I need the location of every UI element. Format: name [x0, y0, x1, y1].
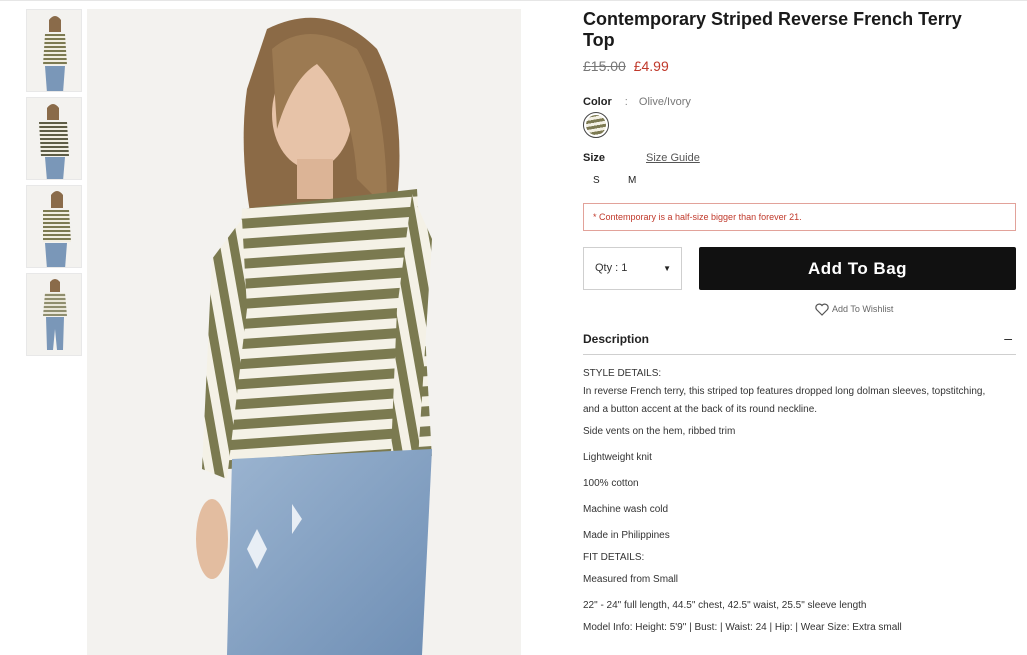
- detail-item: Made in Philippines: [583, 530, 670, 541]
- color-row: Color : Olive/Ivory: [583, 96, 691, 108]
- style-details-heading: STYLE DETAILS:: [583, 368, 662, 379]
- fit-details-heading: FIT DETAILS:: [583, 552, 645, 563]
- detail-item: Machine wash cold: [583, 504, 669, 515]
- thumbnail-3[interactable]: [26, 185, 82, 268]
- quantity-label: Qty : 1: [595, 262, 628, 274]
- main-product-image[interactable]: [87, 9, 521, 655]
- fit-item: Model Info: Height: 5'9" | Bust: | Waist…: [583, 622, 902, 633]
- caret-down-icon: ▼: [663, 264, 671, 273]
- product-title: Contemporary Striped Reverse French Terr…: [583, 9, 962, 50]
- size-row: Size Size Guide: [583, 152, 783, 164]
- add-to-bag-button[interactable]: Add To Bag: [699, 247, 1016, 290]
- thumbnail-2[interactable]: [26, 97, 82, 180]
- description-title: Description: [583, 332, 650, 346]
- price-block: £15.00 £4.99: [583, 58, 669, 74]
- style-details-text: In reverse French terry, this striped to…: [583, 386, 986, 415]
- description-divider: [583, 354, 1016, 355]
- size-option-s[interactable]: S: [593, 175, 600, 186]
- fit-item: Measured from Small: [583, 574, 679, 585]
- sale-price: £4.99: [633, 58, 669, 74]
- thumbnail-4[interactable]: [26, 273, 82, 356]
- detail-item: Lightweight knit: [583, 452, 652, 463]
- detail-item: Side vents on the hem, ribbed trim: [583, 426, 736, 437]
- size-label: Size: [583, 152, 606, 164]
- collapse-toggle-icon[interactable]: –: [1004, 330, 1012, 346]
- color-value: Olive/Ivory: [638, 96, 691, 108]
- fit-item: 22" - 24" full length, 44.5" chest, 42.5…: [583, 600, 867, 611]
- size-guide-link[interactable]: Size Guide: [646, 152, 700, 164]
- heart-icon: [815, 303, 829, 316]
- color-label: Color: [583, 96, 612, 108]
- color-swatch-olive-ivory[interactable]: [583, 112, 609, 138]
- wishlist-label: Add To Wishlist: [832, 303, 894, 314]
- original-price: £15.00: [583, 58, 626, 74]
- description-header[interactable]: Description –: [583, 330, 1016, 346]
- add-to-wishlist-link[interactable]: Add To Wishlist: [815, 303, 893, 316]
- quantity-select[interactable]: Qty : 1 ▼: [583, 247, 682, 290]
- size-notice: * Contemporary is a half-size bigger tha…: [583, 203, 1016, 231]
- color-separator: :: [624, 96, 628, 108]
- detail-item: 100% cotton: [583, 478, 639, 489]
- thumbnail-1[interactable]: [26, 9, 82, 92]
- top-divider: [0, 0, 1027, 1]
- size-option-m[interactable]: M: [628, 175, 636, 186]
- swatch-stripe-pattern: [586, 115, 606, 135]
- thumbnail-list: [26, 9, 82, 361]
